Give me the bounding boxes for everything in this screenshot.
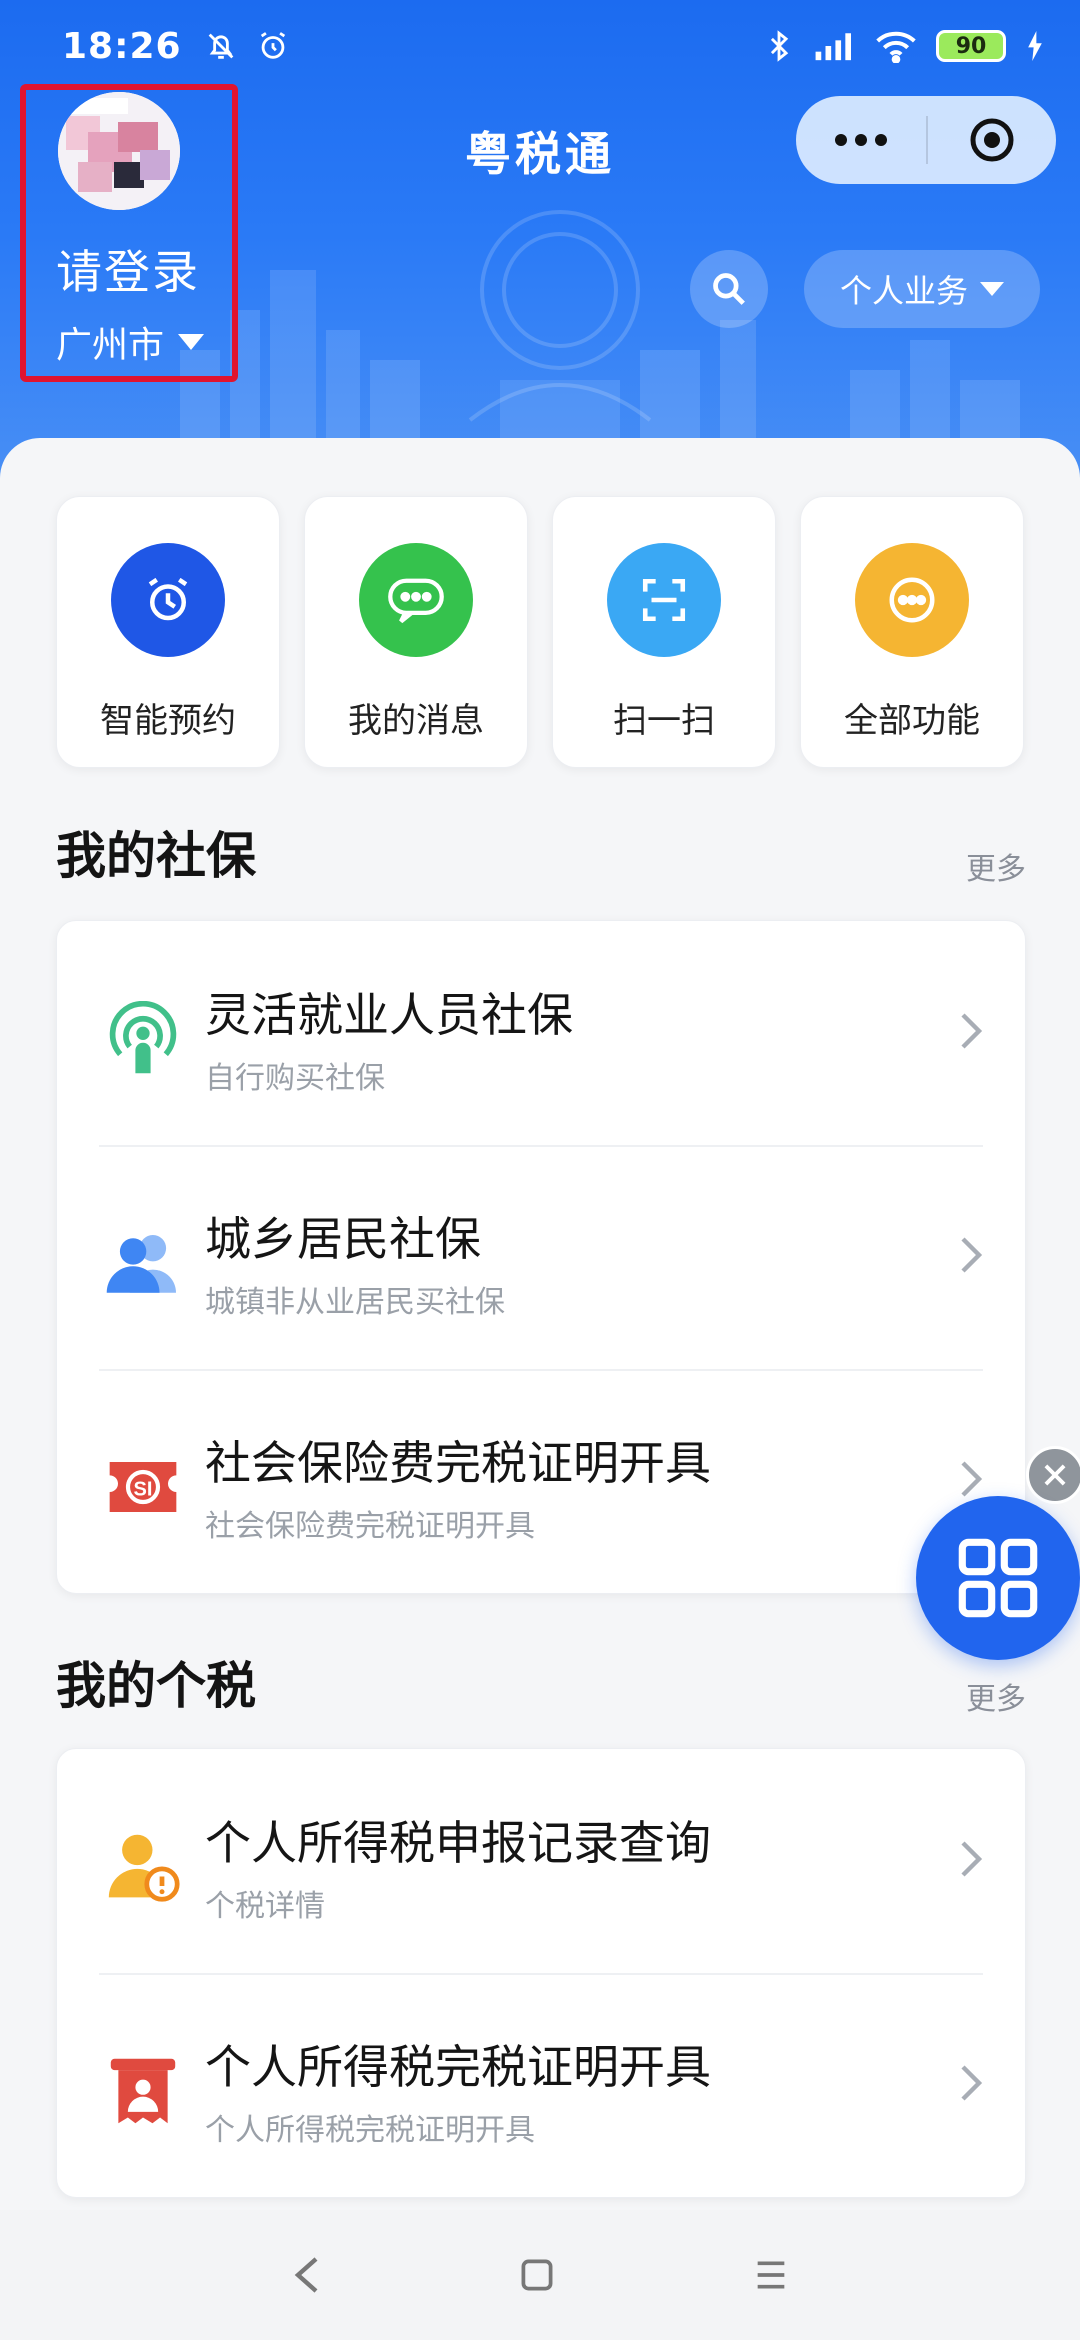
quick-action-scan[interactable]: 扫一扫 <box>552 496 776 768</box>
avatar[interactable] <box>58 92 180 210</box>
list-item[interactable]: 个人所得税完税证明开具 个人所得税完税证明开具 <box>57 1973 1025 2197</box>
main-content: 智能预约 我的消息 扫一扫 全部功能 我的社保 更多 灵活就业人员社保 自行购买… <box>0 438 1080 2218</box>
quick-action-all-features[interactable]: 全部功能 <box>800 496 1024 768</box>
item-subtitle: 个税详情 <box>205 1889 325 1924</box>
tax-certificate-icon <box>101 2049 185 2133</box>
status-time: 18:26 <box>62 25 182 67</box>
back-icon[interactable] <box>292 2255 320 2295</box>
quick-action-messages[interactable]: 我的消息 <box>304 496 528 768</box>
bluetooth-icon <box>770 30 789 62</box>
login-link[interactable]: 请登录 <box>56 236 200 302</box>
menu-icon[interactable] <box>754 2260 788 2290</box>
item-title: 个人所得税申报记录查询 <box>205 1816 711 1870</box>
quick-action-label: 智能预约 <box>100 701 236 741</box>
search-icon <box>713 273 745 305</box>
battery-indicator: 90 <box>936 30 1006 62</box>
chevron-right-icon <box>961 1841 983 1877</box>
city-label: 广州市 <box>56 325 165 366</box>
business-type-dropdown[interactable]: 个人业务 <box>804 250 1040 328</box>
close-miniprogram-button[interactable] <box>928 96 1056 184</box>
caret-down-icon <box>980 282 1004 296</box>
section-title: 我的社保 <box>56 827 256 885</box>
item-title: 灵活就业人员社保 <box>205 988 573 1042</box>
more-options-button[interactable] <box>796 96 926 184</box>
quick-action-appointment[interactable]: 智能预约 <box>56 496 280 768</box>
alarm-clock-icon <box>111 543 225 657</box>
target-close-icon <box>970 118 1014 162</box>
alarm-off-icon <box>208 33 233 59</box>
personal-tax-list: 个人所得税申报记录查询 个税详情 个人所得税完税证明开具 个人所得税完税证明开具 <box>56 1748 1026 2198</box>
message-bubble-icon <box>359 543 473 657</box>
flexible-worker-icon <box>101 997 185 1081</box>
section-title: 我的个税 <box>56 1657 256 1715</box>
list-item[interactable]: 城乡居民社保 城镇非从业居民买社保 <box>57 1145 1025 1369</box>
item-title: 城乡居民社保 <box>205 1212 481 1266</box>
chevron-right-icon <box>961 1237 983 1273</box>
quick-action-label: 全部功能 <box>844 701 980 741</box>
floating-menu-button[interactable] <box>916 1496 1080 1660</box>
item-title: 个人所得税完税证明开具 <box>205 2040 711 2094</box>
status-bar: 18:26 90 <box>0 0 1080 92</box>
item-subtitle: 社会保险费完税证明开具 <box>205 1509 535 1544</box>
chevron-right-icon <box>961 1013 983 1049</box>
home-icon[interactable] <box>520 2258 554 2292</box>
alarm-clock-icon <box>260 32 285 59</box>
more-dots-icon <box>855 543 969 657</box>
chevron-right-icon <box>961 2065 983 2101</box>
si-certificate-icon: SI <box>101 1445 185 1529</box>
list-item[interactable]: SI 社会保险费完税证明开具 社会保险费完税证明开具 <box>57 1369 1025 1593</box>
personal-tax-header: 我的个税 更多 <box>56 1646 1026 1718</box>
svg-text:SI: SI <box>134 1478 153 1500</box>
charging-icon <box>1028 31 1042 61</box>
business-type-label: 个人业务 <box>839 272 968 310</box>
item-title: 社会保险费完税证明开具 <box>205 1436 711 1490</box>
caret-down-icon <box>178 334 205 350</box>
list-item[interactable]: 灵活就业人员社保 自行购买社保 <box>57 921 1025 1145</box>
item-subtitle: 城镇非从业居民买社保 <box>205 1285 505 1320</box>
blurred-avatar-image <box>58 92 180 210</box>
signal-hd-icon <box>815 33 851 61</box>
scan-icon <box>607 543 721 657</box>
tax-query-icon <box>101 1825 185 1909</box>
social-security-header: 我的社保 更多 <box>56 816 1026 888</box>
wifi-icon <box>876 31 916 63</box>
list-item[interactable]: 个人所得税申报记录查询 个税详情 <box>57 1749 1025 1973</box>
close-icon <box>1044 1464 1066 1486</box>
quick-actions: 智能预约 我的消息 扫一扫 全部功能 <box>56 496 1024 768</box>
system-navigation-bar <box>0 2210 1080 2340</box>
item-subtitle: 个人所得税完税证明开具 <box>205 2113 535 2148</box>
quick-action-label: 扫一扫 <box>613 701 715 741</box>
chevron-right-icon <box>961 1461 983 1497</box>
item-subtitle: 自行购买社保 <box>205 1061 385 1096</box>
quick-action-label: 我的消息 <box>348 701 484 741</box>
miniprogram-capsule <box>796 96 1056 184</box>
social-security-list: 灵活就业人员社保 自行购买社保 城乡居民社保 城镇非从业居民买社保 SI 社会保… <box>56 920 1026 1594</box>
search-button[interactable] <box>690 250 768 328</box>
residents-icon <box>101 1221 185 1305</box>
more-dots-icon <box>835 134 887 146</box>
more-link[interactable]: 更多 <box>966 844 1026 888</box>
more-link[interactable]: 更多 <box>966 1674 1026 1718</box>
city-selector[interactable]: 广州市 <box>56 316 205 368</box>
grid-icon <box>958 1538 1038 1618</box>
floating-close-button[interactable] <box>1026 1446 1080 1504</box>
